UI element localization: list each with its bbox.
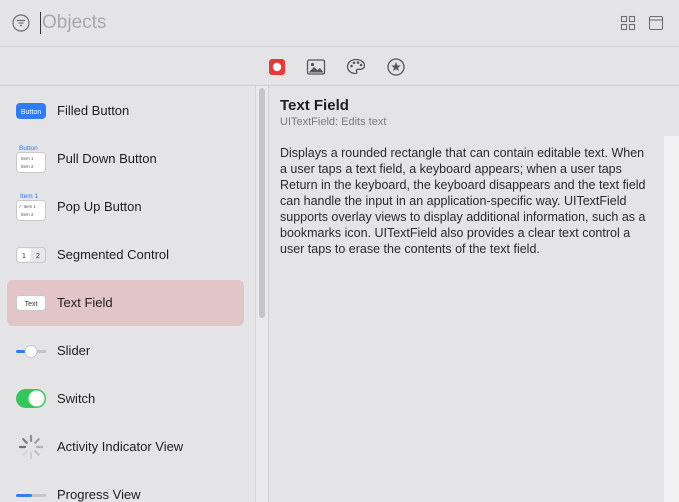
activity-indicator-thumbnail	[16, 432, 46, 462]
svg-text:2: 2	[36, 253, 40, 260]
detail-subtitle: UITextField: Edits text	[280, 116, 387, 128]
tab-media[interactable]	[306, 57, 326, 77]
list-item-label: Progress View	[57, 487, 141, 502]
detail-pane: Text Field UITextField: Edits text Displ…	[269, 86, 679, 502]
pop-up-button-thumbnail: Item 1 ✓ Item 1 Item 2	[16, 192, 46, 222]
svg-text:✓ Item 1: ✓ Item 1	[19, 204, 37, 209]
detail-title: Text Field	[280, 97, 349, 114]
pull-down-button-thumbnail: Button Item 1 Item 2	[16, 144, 46, 174]
filled-button-thumbnail: Button	[16, 96, 46, 126]
object-library-window: Button Filled Button Button Item 1 Item …	[0, 0, 679, 502]
filter-icon[interactable]	[12, 14, 30, 32]
list-item-segmented-control[interactable]: 1 2 Segmented Control	[7, 232, 244, 278]
svg-text:Item 1: Item 1	[20, 193, 38, 200]
star-icon	[387, 58, 405, 76]
list-item-label: Text Field	[57, 295, 113, 310]
svg-text:Item 2: Item 2	[21, 212, 34, 217]
segmented-control-thumbnail: 1 2	[16, 240, 46, 270]
list-item-label: Pull Down Button	[57, 151, 157, 166]
list-item-label: Activity Indicator View	[57, 439, 184, 454]
detail-scrollbar[interactable]	[664, 136, 679, 502]
tab-objects[interactable]	[267, 57, 287, 77]
list-item-label: Segmented Control	[57, 247, 170, 262]
photo-icon	[306, 59, 326, 75]
list-scroll-thumb[interactable]	[259, 88, 265, 318]
svg-text:Text: Text	[25, 301, 38, 308]
list-item-text-field[interactable]: Text Text Field	[7, 280, 244, 326]
list-item-switch[interactable]: Switch	[7, 376, 244, 422]
list-item-progress-view[interactable]: Progress View	[7, 472, 244, 502]
detail-description: Displays a rounded rectangle that can co…	[280, 146, 646, 256]
list-item-label: Switch	[57, 391, 96, 406]
svg-text:1: 1	[22, 253, 26, 260]
object-list: Button Filled Button Button Item 1 Item …	[0, 86, 254, 502]
tab-colors[interactable]	[346, 57, 366, 77]
tab-symbols[interactable]	[386, 57, 406, 77]
progress-view-thumbnail	[16, 480, 46, 502]
palette-icon	[346, 58, 366, 75]
search-input[interactable]	[42, 10, 562, 36]
grid-view-icon[interactable]	[620, 15, 636, 31]
window-icon[interactable]	[648, 15, 664, 31]
text-cursor	[40, 12, 41, 34]
list-scrollbar[interactable]	[255, 86, 268, 502]
svg-text:Item 2: Item 2	[21, 164, 34, 169]
list-item-activity-indicator-view[interactable]: Activity Indicator View	[7, 424, 244, 470]
svg-text:Item 1: Item 1	[21, 156, 34, 161]
list-item-label: Slider	[57, 343, 91, 358]
switch-thumbnail	[16, 384, 46, 414]
list-item-label: Filled Button	[57, 103, 130, 118]
list-item-slider[interactable]: Slider	[7, 328, 244, 374]
svg-text:Button: Button	[21, 109, 41, 116]
search-bar	[0, 0, 679, 47]
text-field-thumbnail: Text	[16, 288, 46, 318]
library-tab-bar	[0, 47, 679, 86]
slider-thumbnail	[16, 336, 46, 366]
svg-text:Button: Button	[19, 145, 38, 152]
list-item-filled-button[interactable]: Button Filled Button	[7, 88, 244, 134]
list-item-pull-down-button[interactable]: Button Item 1 Item 2 Pull Down Button	[7, 136, 244, 182]
record-icon	[269, 59, 285, 75]
list-item-label: Pop Up Button	[57, 199, 142, 214]
list-item-pop-up-button[interactable]: Item 1 ✓ Item 1 Item 2 Pop Up Button	[7, 184, 244, 230]
